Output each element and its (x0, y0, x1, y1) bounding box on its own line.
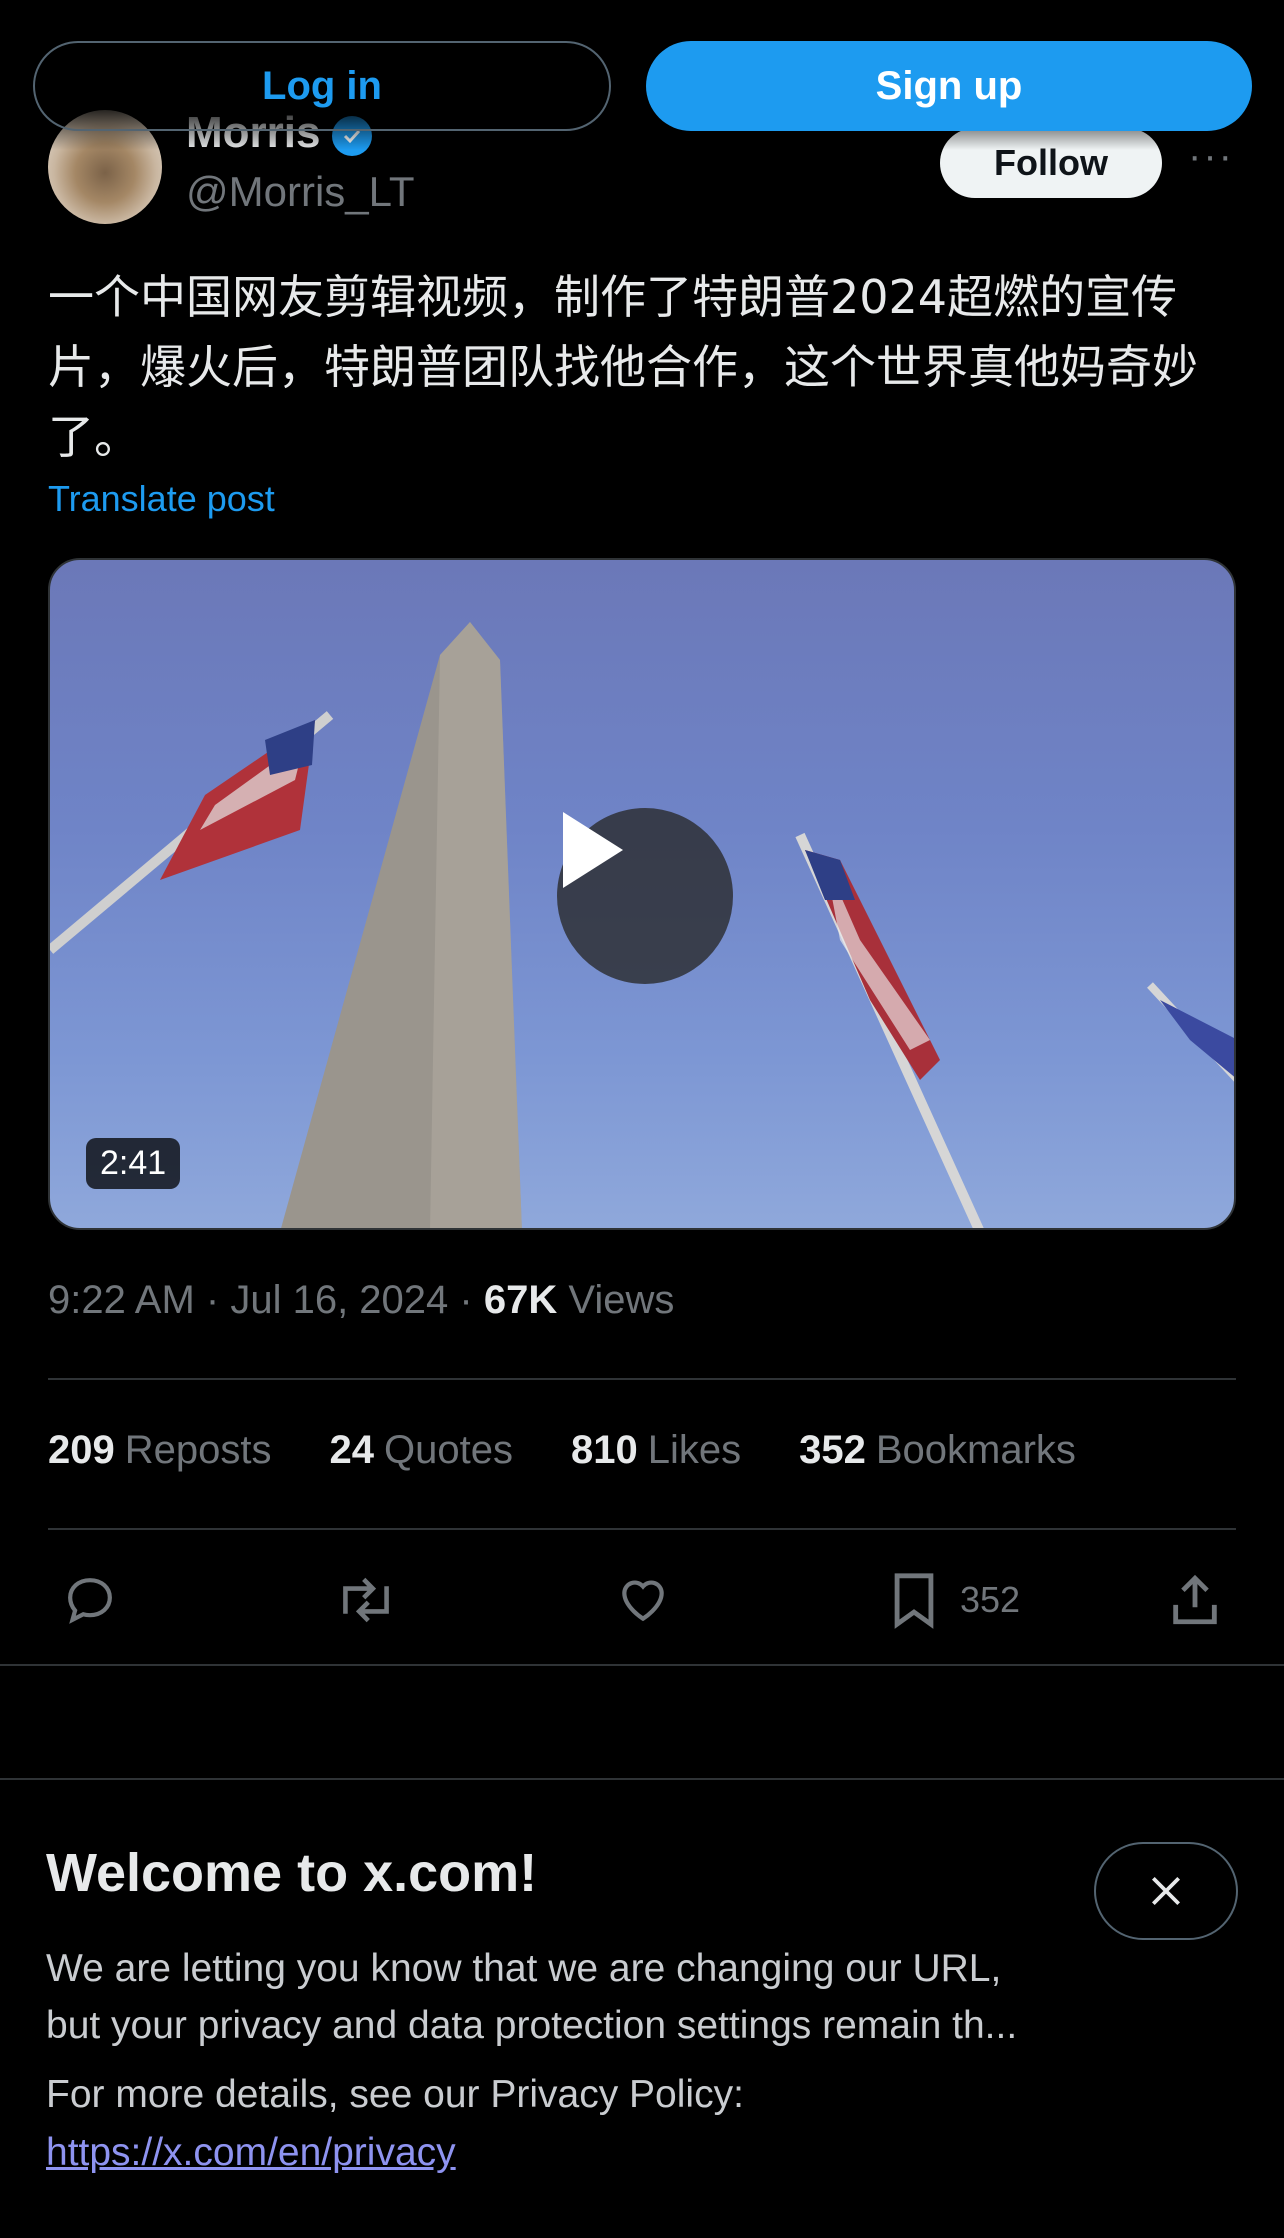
play-button[interactable] (557, 808, 733, 984)
welcome-body: We are letting you know that we are chan… (46, 1940, 1106, 2054)
divider (0, 1664, 1284, 1666)
like-button[interactable] (614, 1560, 672, 1640)
banner-top-border (0, 1778, 1284, 1780)
divider (48, 1378, 1236, 1380)
video-duration: 2:41 (86, 1138, 181, 1189)
close-button[interactable] (1094, 1842, 1238, 1940)
stat-bookmarks[interactable]: 352 Bookmarks (799, 1428, 1076, 1473)
post-meta: 9:22 AM · Jul 16, 2024 · 67K Views (48, 1278, 674, 1323)
auth-bar: Log in Sign up (0, 0, 1284, 150)
share-icon (1173, 1574, 1217, 1625)
share-button[interactable] (1166, 1560, 1224, 1640)
reply-icon (68, 1578, 112, 1624)
post-date[interactable]: Jul 16, 2024 (230, 1278, 448, 1322)
close-icon (1151, 1876, 1181, 1906)
welcome-body-line: We are letting you know that we are chan… (46, 1947, 1002, 1990)
welcome-details: For more details, see our Privacy Policy… (46, 2073, 744, 2116)
signup-button[interactable]: Sign up (646, 41, 1252, 131)
welcome-body-line: but your privacy and data protection set… (46, 2004, 1018, 2047)
translate-post-link[interactable]: Translate post (48, 478, 275, 520)
action-bar: 352 (48, 1560, 1236, 1640)
stat-reposts[interactable]: 209 Reposts (48, 1428, 272, 1473)
bookmark-count: 352 (960, 1579, 1021, 1620)
views-label: Views (568, 1278, 675, 1322)
login-button[interactable]: Log in (33, 41, 611, 131)
reply-button[interactable] (62, 1560, 118, 1640)
post-text: 一个中国网友剪辑视频，制作了特朗普2024超燃的宣传片，爆火后，特朗普团队找他合… (48, 270, 1198, 464)
meta-separator: · (205, 1278, 220, 1322)
repost-button[interactable] (334, 1560, 398, 1640)
views-count: 67K (483, 1278, 558, 1322)
meta-separator: · (459, 1278, 473, 1322)
divider (48, 1528, 1236, 1530)
bookmark-icon (894, 1573, 934, 1629)
video-player[interactable]: 2:41 (48, 558, 1236, 1230)
play-icon (563, 812, 623, 888)
stat-quotes[interactable]: 24 Quotes (330, 1428, 513, 1473)
engagement-stats: 209 Reposts 24 Quotes 810 Likes 352 Bookmark… (48, 1428, 1076, 1473)
welcome-title: Welcome to x.com! (46, 1843, 538, 1903)
author-handle[interactable]: @Morris_LT (186, 168, 415, 216)
privacy-policy-link[interactable]: https://x.com/en/privacy (46, 2124, 456, 2181)
heart-icon (622, 1580, 664, 1622)
bookmark-button[interactable]: 352 (888, 1560, 1020, 1640)
stat-likes[interactable]: 810 Likes (571, 1428, 741, 1473)
repost-icon (343, 1577, 389, 1623)
post-time[interactable]: 9:22 AM (48, 1278, 195, 1322)
